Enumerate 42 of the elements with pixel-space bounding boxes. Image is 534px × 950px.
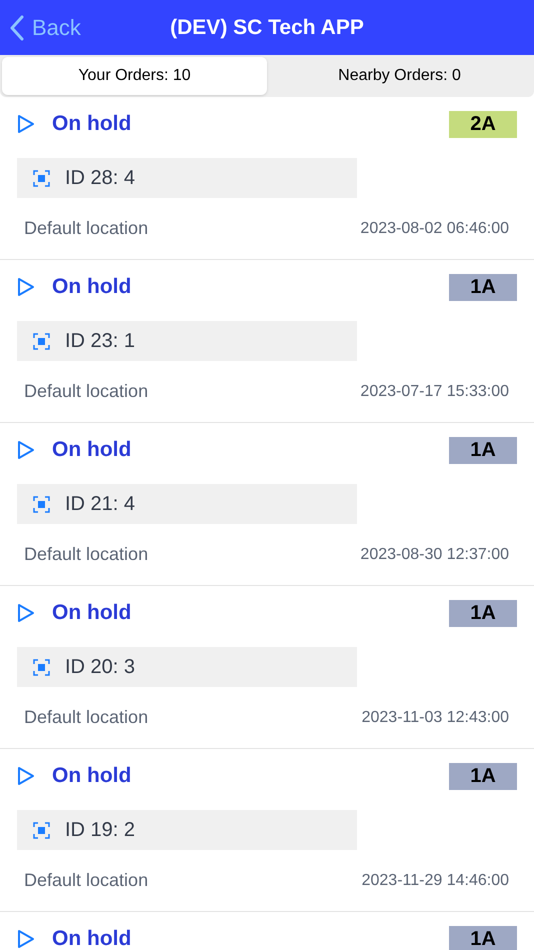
order-id-field: ID 23: 1 — [17, 321, 357, 361]
location-text: Default location — [24, 380, 148, 403]
order-time: 2023-08-30 12:37:00 — [360, 544, 509, 564]
order-status: On hold — [52, 111, 132, 138]
location-text: Default location — [24, 217, 148, 240]
location-text: Default location — [24, 543, 148, 566]
location-text: Default location — [24, 869, 148, 892]
priority-badge: 1A — [449, 926, 517, 950]
barcode-scan-icon — [33, 332, 50, 350]
order-time: 2023-11-03 12:43:00 — [362, 708, 509, 728]
chevron-icon — [10, 14, 24, 40]
app-title: (DEV) SC Tech APP — [170, 14, 364, 41]
order-id-field: ID 19: 2 — [17, 810, 357, 850]
order-id-field: ID 20: 3 — [17, 647, 357, 687]
order-time: 2023-11-29 14:46:00 — [362, 870, 509, 890]
priority-badge: 2A — [449, 110, 517, 138]
order-status: On hold — [52, 600, 132, 626]
play-icon[interactable] — [17, 114, 35, 134]
order-status: On hold — [52, 926, 132, 950]
barcode-scan-icon — [33, 658, 50, 676]
priority-badge: 1A — [449, 762, 517, 790]
order-status: On hold — [52, 437, 132, 464]
play-icon[interactable] — [17, 440, 35, 460]
tab[interactable]: Your Orders: 10 — [2, 57, 267, 95]
order-time: 2023-08-02 06:46:00 — [360, 218, 509, 238]
order-id-field: ID 21: 4 — [17, 484, 357, 524]
order-status: On hold — [52, 274, 132, 300]
priority-badge: 1A — [449, 436, 517, 464]
order-id-field: ID 28: 4 — [17, 158, 357, 198]
location-text: Default location — [24, 706, 148, 729]
barcode-scan-icon — [33, 822, 50, 838]
priority-badge: 1A — [449, 600, 517, 626]
play-icon[interactable] — [17, 929, 35, 949]
order-time: 2023-07-17 15:33:00 — [360, 382, 509, 402]
barcode-scan-icon — [33, 496, 50, 512]
order-status: On hold — [52, 763, 132, 790]
play-icon[interactable] — [17, 603, 35, 623]
tab[interactable]: Nearby Orders: 0 — [267, 57, 532, 95]
play-icon[interactable] — [17, 277, 35, 297]
priority-badge: 1A — [449, 274, 517, 300]
barcode-scan-icon — [33, 170, 50, 186]
play-icon[interactable] — [17, 766, 35, 786]
